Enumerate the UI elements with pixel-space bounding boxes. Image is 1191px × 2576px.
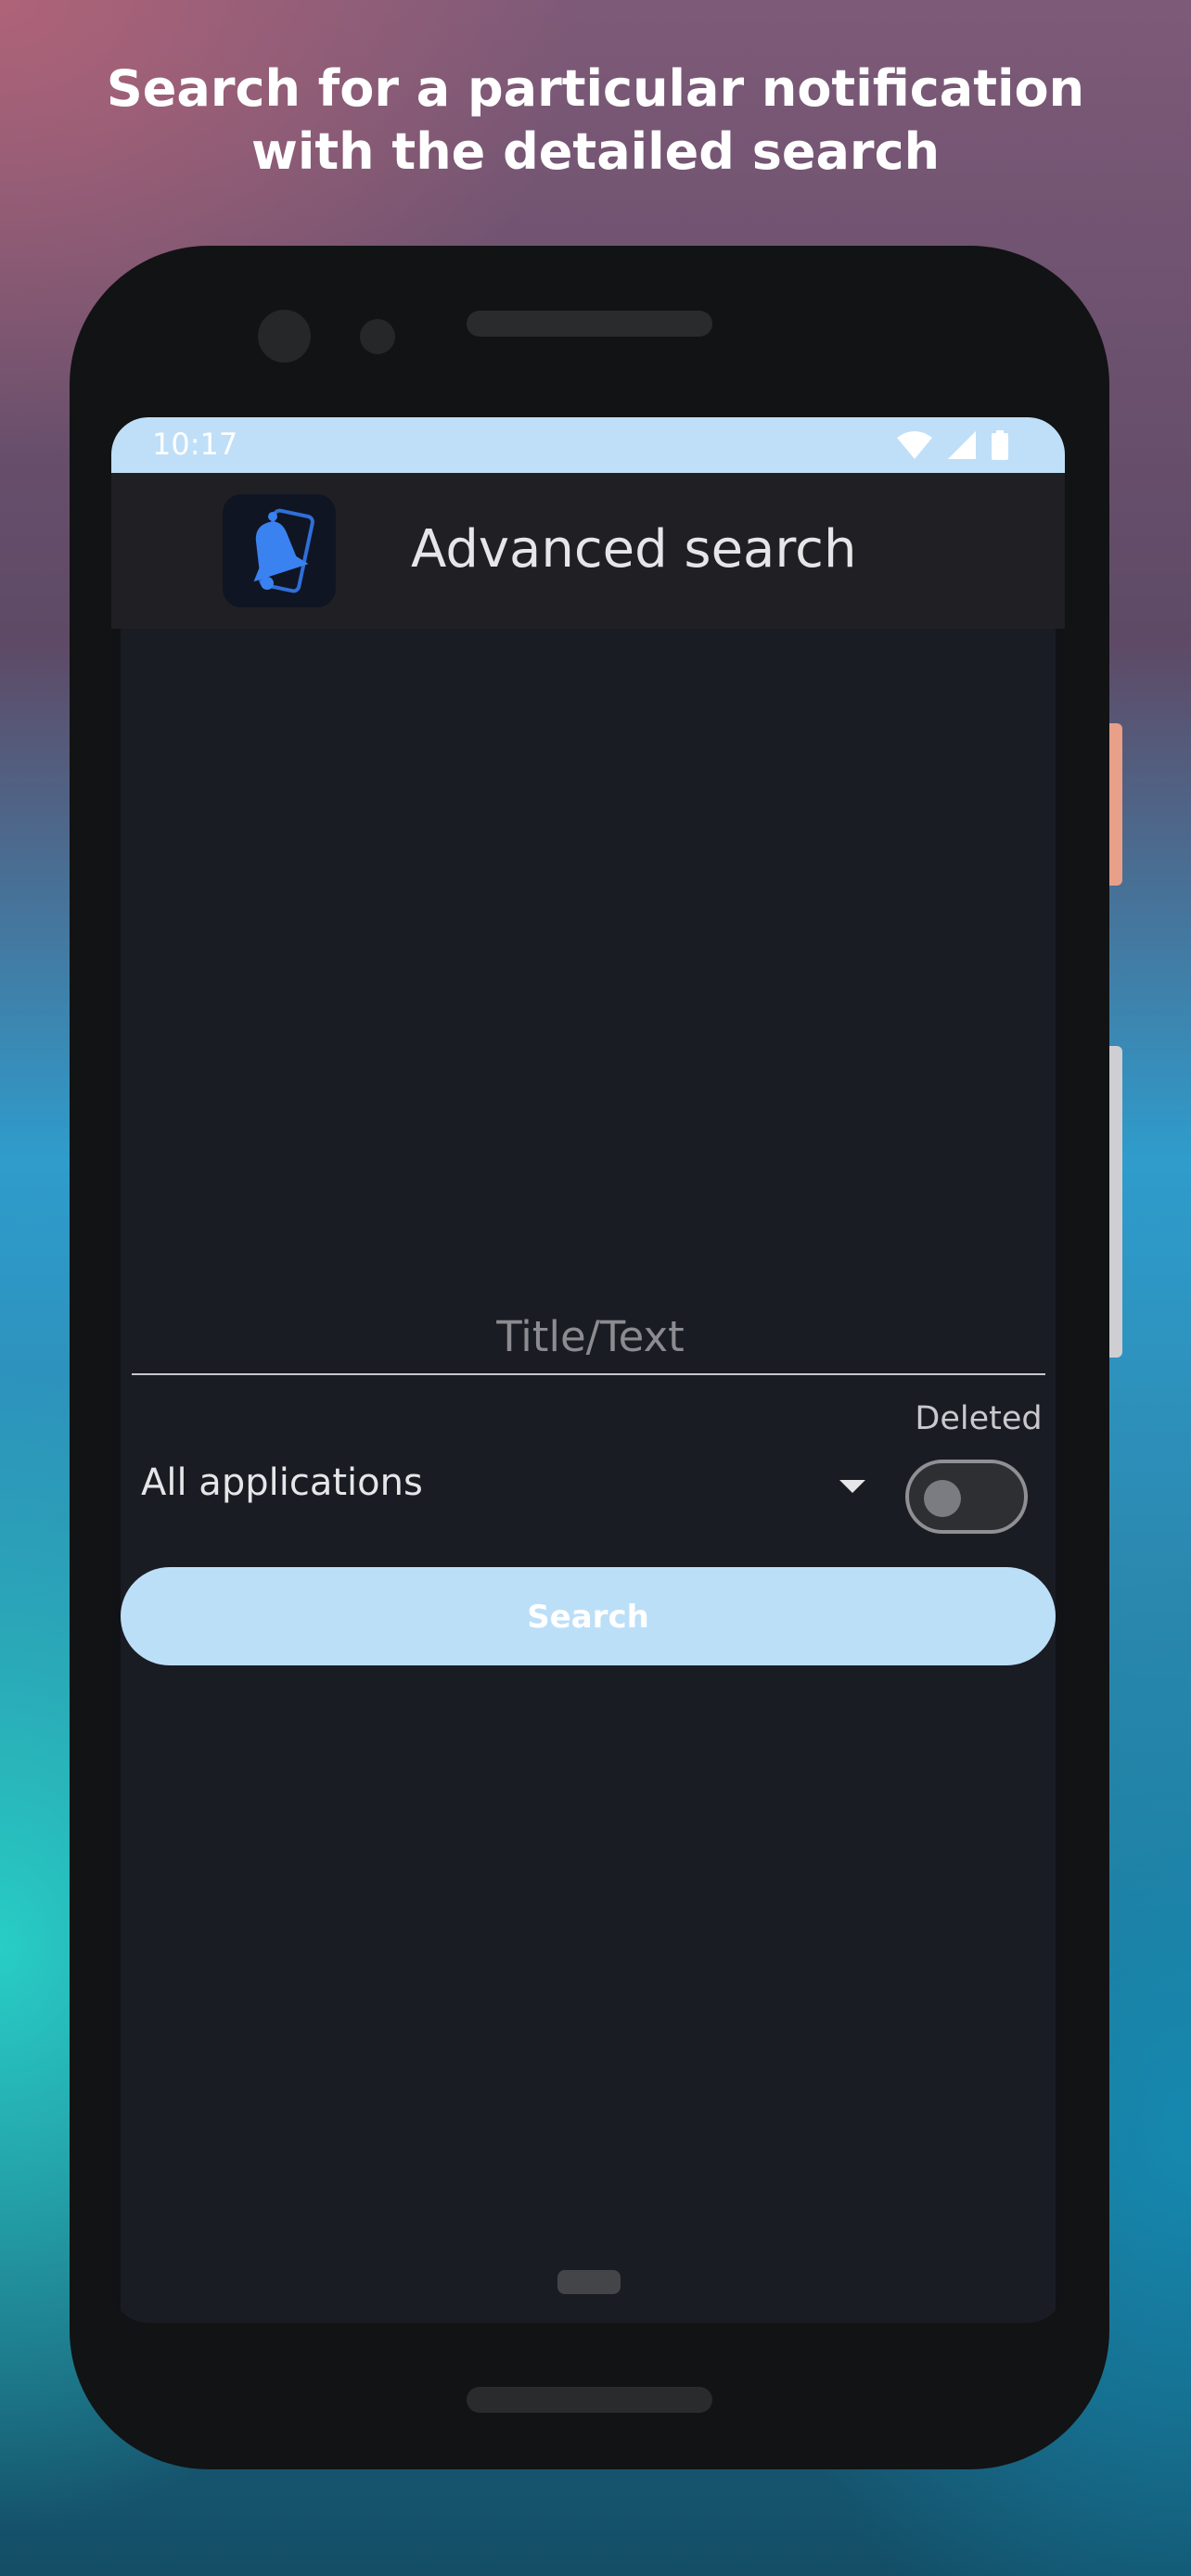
earpiece-speaker (467, 311, 712, 337)
search-button[interactable]: Search (121, 1567, 1056, 1665)
bottom-speaker (467, 2387, 712, 2413)
application-filter-value: All applications (141, 1461, 423, 1504)
status-time: 10:17 (152, 427, 238, 462)
marketing-headline: Search for a particular notification wit… (0, 57, 1191, 184)
screen-edge (1056, 629, 1065, 2323)
deleted-label: Deleted (915, 1400, 1043, 1437)
cellular-signal-icon (948, 431, 976, 459)
dropdown-arrow-icon (839, 1480, 865, 1493)
wifi-icon (897, 431, 932, 459)
title-text-input[interactable] (132, 1299, 1049, 1373)
app-bar: Advanced search (111, 473, 1065, 629)
title-text-search-field[interactable] (132, 1299, 1049, 1375)
phone-screen: 10:17 Advanced search Title/Text All app… (111, 417, 1065, 2323)
phone-power-button (1109, 723, 1122, 886)
toggle-knob (924, 1480, 961, 1517)
headline-line-1: Search for a particular notification (106, 59, 1085, 118)
home-indicator[interactable] (557, 2270, 621, 2294)
deleted-toggle[interactable] (905, 1460, 1028, 1534)
screen-edge (111, 629, 121, 2323)
headline-line-2: with the detailed search (250, 122, 941, 181)
battery-icon (992, 430, 1008, 460)
status-bar: 10:17 (111, 417, 1065, 473)
proximity-sensor (360, 319, 395, 354)
application-filter-dropdown[interactable]: All applications (139, 1447, 881, 1521)
front-camera (258, 310, 311, 363)
phone-volume-button (1109, 1046, 1122, 1358)
page-title: Advanced search (411, 519, 857, 580)
bell-phone-logo-icon (223, 494, 336, 607)
status-icons (896, 428, 1009, 462)
